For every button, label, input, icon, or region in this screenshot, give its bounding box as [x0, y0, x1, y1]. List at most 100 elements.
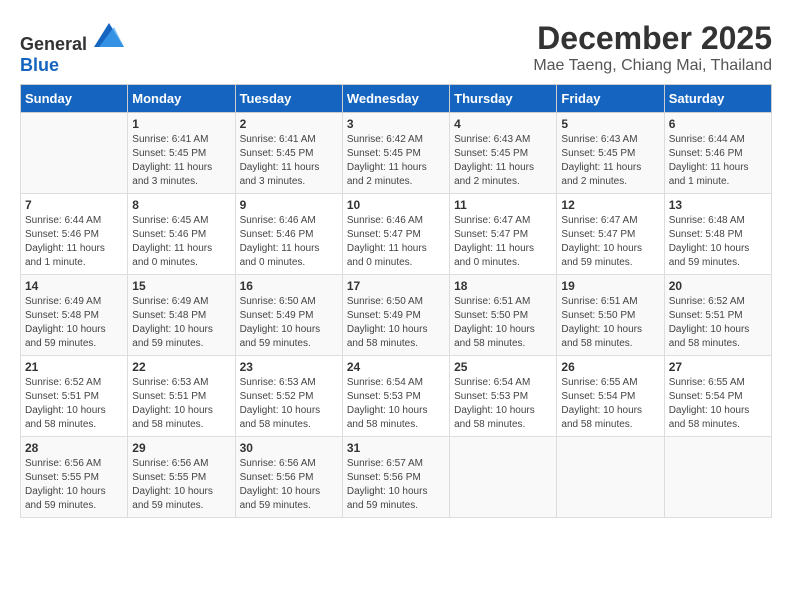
day-info: Daylight: 10 hours and 58 minutes.: [240, 404, 338, 432]
day-info: Sunset: 5:51 PM: [669, 309, 767, 323]
day-info: Sunrise: 6:46 AM: [240, 214, 338, 228]
day-number: 25: [454, 360, 552, 374]
logo-icon: [94, 20, 124, 50]
day-info: Sunset: 5:46 PM: [240, 228, 338, 242]
day-number: 16: [240, 279, 338, 293]
calendar-day-cell: 13 Sunrise: 6:48 AMSunset: 5:48 PMDayligh…: [664, 194, 771, 275]
day-info: Sunset: 5:55 PM: [132, 471, 230, 485]
day-info: Sunset: 5:50 PM: [454, 309, 552, 323]
day-info: Sunrise: 6:43 AM: [454, 133, 552, 147]
day-info: Sunset: 5:49 PM: [347, 309, 445, 323]
logo-general: General: [20, 34, 87, 54]
calendar-day-cell: 28 Sunrise: 6:56 AMSunset: 5:55 PMDayligh…: [21, 437, 128, 518]
main-title: December 2025: [533, 20, 772, 57]
day-info: Daylight: 11 hours and 3 minutes.: [132, 161, 230, 189]
calendar-day-cell: 26Sunrise: 6:55 AMSunset: 5:54 PMDayligh…: [557, 356, 664, 437]
day-info: Daylight: 11 hours and 3 minutes.: [240, 161, 338, 189]
calendar-header-row: SundayMondayTuesdayWednesdayThursdayFrid…: [21, 85, 772, 113]
calendar-day-cell: 20Sunrise: 6:52 AMSunset: 5:51 PMDayligh…: [664, 275, 771, 356]
day-info: Sunset: 5:46 PM: [132, 228, 230, 242]
day-info: Sunset: 5:45 PM: [132, 147, 230, 161]
day-info: Sunrise: 6:57 AM: [347, 457, 445, 471]
day-info: Daylight: 10 hours and 58 minutes.: [669, 323, 767, 351]
calendar-day-cell: 10Sunrise: 6:46 AMSunset: 5:47 PMDayligh…: [342, 194, 449, 275]
title-section: December 2025 Mae Taeng, Chiang Mai, Tha…: [533, 20, 772, 75]
calendar-day-cell: 30Sunrise: 6:56 AMSunset: 5:56 PMDayligh…: [235, 437, 342, 518]
day-number: 9: [240, 198, 338, 212]
day-info: Sunset: 5:52 PM: [240, 390, 338, 404]
day-info: Daylight: 10 hours and 59 minutes.: [132, 485, 230, 513]
day-info: Daylight: 10 hours and 59 minutes.: [25, 485, 123, 513]
day-info: Daylight: 11 hours and 0 minutes.: [132, 242, 230, 270]
day-info: Sunrise: 6:51 AM: [454, 295, 552, 309]
day-number: 18: [454, 279, 552, 293]
day-info: Daylight: 10 hours and 58 minutes.: [561, 404, 659, 432]
calendar-header-cell: Friday: [557, 85, 664, 113]
calendar-week-row: 14Sunrise: 6:49 AMSunset: 5:48 PMDayligh…: [21, 275, 772, 356]
calendar-day-cell: [664, 437, 771, 518]
day-info: Daylight: 10 hours and 58 minutes.: [132, 404, 230, 432]
day-info: Daylight: 11 hours and 1 minute.: [25, 242, 123, 270]
day-number: 8: [132, 198, 230, 212]
calendar-day-cell: [557, 437, 664, 518]
day-info: Sunset: 5:46 PM: [25, 228, 123, 242]
calendar-day-cell: 27Sunrise: 6:55 AMSunset: 5:54 PMDayligh…: [664, 356, 771, 437]
day-info: Sunset: 5:53 PM: [454, 390, 552, 404]
day-number: 28: [25, 441, 123, 455]
calendar-table: SundayMondayTuesdayWednesdayThursdayFrid…: [20, 84, 772, 518]
day-info: Sunrise: 6:56 AM: [132, 457, 230, 471]
calendar-day-cell: 15Sunrise: 6:49 AMSunset: 5:48 PMDayligh…: [128, 275, 235, 356]
day-number: 6: [669, 117, 767, 131]
day-number: 13: [669, 198, 767, 212]
day-info: Sunset: 5:49 PM: [240, 309, 338, 323]
day-info: Sunrise: 6:47 AM: [561, 214, 659, 228]
calendar-day-cell: 3Sunrise: 6:42 AMSunset: 5:45 PMDaylight…: [342, 113, 449, 194]
calendar-header-cell: Sunday: [21, 85, 128, 113]
day-info: Sunrise: 6:51 AM: [561, 295, 659, 309]
day-info: Sunset: 5:48 PM: [669, 228, 767, 242]
day-info: Sunset: 5:47 PM: [561, 228, 659, 242]
day-info: Sunset: 5:45 PM: [347, 147, 445, 161]
day-info: Daylight: 10 hours and 58 minutes.: [669, 404, 767, 432]
calendar-day-cell: 25 Sunrise: 6:54 AMSunset: 5:53 PMDayligh…: [450, 356, 557, 437]
day-number: 30: [240, 441, 338, 455]
day-info: Sunrise: 6:53 AM: [132, 376, 230, 390]
day-info: Sunset: 5:51 PM: [132, 390, 230, 404]
calendar-day-cell: [450, 437, 557, 518]
calendar-day-cell: 9Sunrise: 6:46 AMSunset: 5:46 PMDaylight…: [235, 194, 342, 275]
day-info: Sunset: 5:55 PM: [25, 471, 123, 485]
day-info: Sunrise: 6:50 AM: [347, 295, 445, 309]
day-info: Sunset: 5:51 PM: [25, 390, 123, 404]
day-info: Sunrise: 6:43 AM: [561, 133, 659, 147]
logo: General Blue: [20, 20, 124, 76]
calendar-day-cell: 2Sunrise: 6:41 AMSunset: 5:45 PMDaylight…: [235, 113, 342, 194]
day-info: Sunrise: 6:48 AM: [669, 214, 767, 228]
day-info: Daylight: 11 hours and 0 minutes.: [454, 242, 552, 270]
day-info: Sunrise: 6:41 AM: [132, 133, 230, 147]
calendar-day-cell: 31Sunrise: 6:57 AMSunset: 5:56 PMDayligh…: [342, 437, 449, 518]
day-number: 5: [561, 117, 659, 131]
subtitle: Mae Taeng, Chiang Mai, Thailand: [533, 57, 772, 75]
day-info: Sunset: 5:53 PM: [347, 390, 445, 404]
calendar-day-cell: 1Sunrise: 6:41 AMSunset: 5:45 PMDaylight…: [128, 113, 235, 194]
day-info: Daylight: 10 hours and 58 minutes.: [454, 404, 552, 432]
day-info: Daylight: 10 hours and 59 minutes.: [240, 485, 338, 513]
day-info: Sunrise: 6:54 AM: [454, 376, 552, 390]
day-info: Daylight: 10 hours and 59 minutes.: [561, 242, 659, 270]
day-info: Sunset: 5:45 PM: [454, 147, 552, 161]
day-number: 21: [25, 360, 123, 374]
day-info: Sunset: 5:48 PM: [132, 309, 230, 323]
day-info: Daylight: 11 hours and 1 minute.: [669, 161, 767, 189]
day-info: Sunrise: 6:49 AM: [132, 295, 230, 309]
day-number: 10: [347, 198, 445, 212]
day-info: Sunrise: 6:56 AM: [25, 457, 123, 471]
day-number: 22: [132, 360, 230, 374]
day-info: Sunrise: 6:52 AM: [25, 376, 123, 390]
day-info: Daylight: 11 hours and 2 minutes.: [454, 161, 552, 189]
day-info: Sunrise: 6:50 AM: [240, 295, 338, 309]
day-info: Daylight: 10 hours and 59 minutes.: [669, 242, 767, 270]
calendar-header-cell: Thursday: [450, 85, 557, 113]
day-number: 27: [669, 360, 767, 374]
day-info: Sunset: 5:56 PM: [240, 471, 338, 485]
day-info: Sunrise: 6:49 AM: [25, 295, 123, 309]
